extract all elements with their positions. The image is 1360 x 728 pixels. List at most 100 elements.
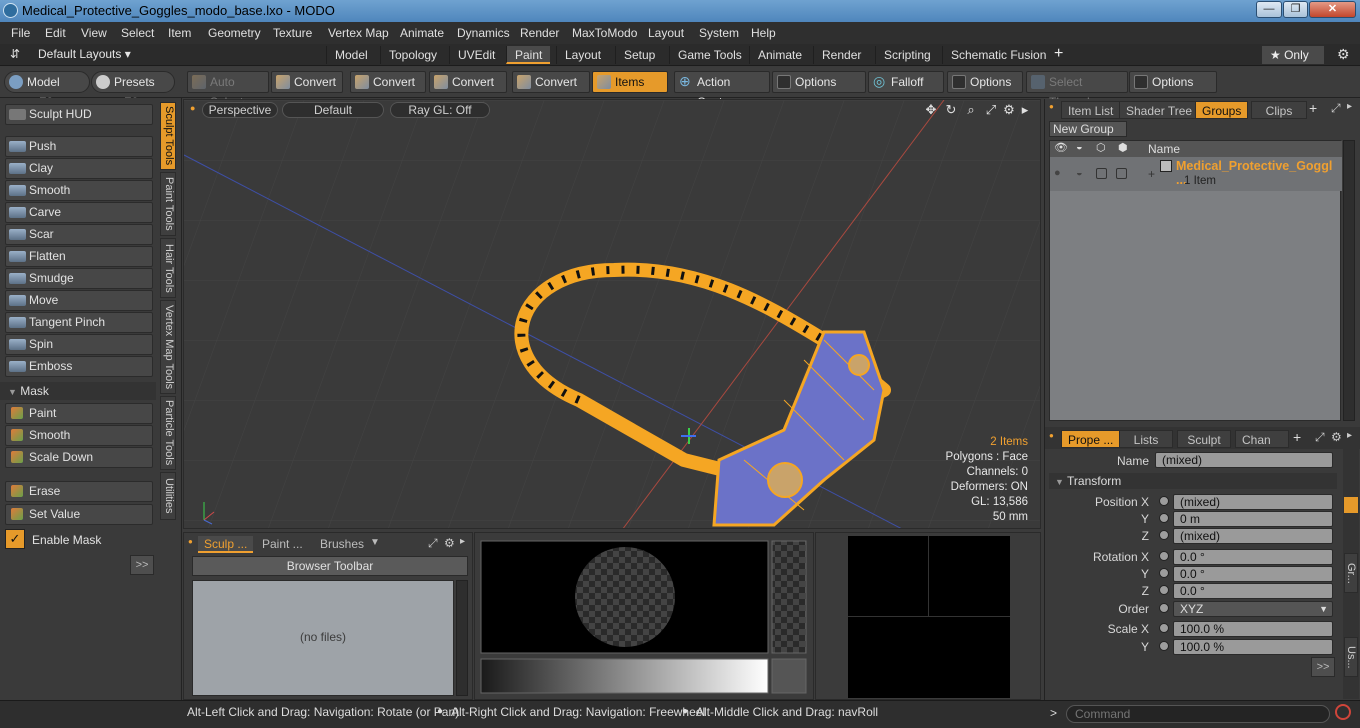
tab-dropdown-icon[interactable]: ▼ bbox=[370, 537, 380, 548]
scale-x-anim-icon[interactable] bbox=[1159, 623, 1169, 633]
rotation-z-field[interactable]: 0.0 ° bbox=[1173, 583, 1333, 599]
side-tab-groups[interactable]: Gr... bbox=[1344, 553, 1358, 593]
menu-maxtomodo[interactable]: MaxToModo bbox=[572, 26, 637, 40]
mask-tool-smooth[interactable]: Smooth bbox=[5, 425, 153, 446]
lock-checkbox[interactable] bbox=[1096, 168, 1107, 179]
position-z-field[interactable]: (mixed) bbox=[1173, 528, 1333, 544]
menu-geometry[interactable]: Geometry bbox=[208, 26, 261, 40]
tab-channels[interactable]: Chan ... bbox=[1235, 430, 1289, 465]
group-row[interactable]: ● ◒ + Medical_Protective_Goggl ... 1 Ite… bbox=[1050, 157, 1342, 191]
raygl-toggle[interactable]: Ray GL: Off bbox=[390, 102, 490, 118]
menu-system[interactable]: System bbox=[699, 26, 739, 40]
position-y-field[interactable]: 0 m bbox=[1173, 511, 1333, 527]
layout-gear-icon[interactable]: ⚙ bbox=[1337, 46, 1350, 63]
menu-texture[interactable]: Texture bbox=[273, 26, 312, 40]
sculpt-hud-button[interactable]: Sculpt HUD bbox=[5, 104, 153, 125]
tab-scripting[interactable]: Scripting bbox=[875, 46, 939, 64]
add-tab-icon[interactable]: + bbox=[1309, 100, 1317, 116]
groups-scrollbar[interactable] bbox=[1343, 140, 1355, 421]
browser-scrollbar[interactable] bbox=[456, 580, 468, 696]
tab-groups[interactable]: Groups bbox=[1195, 101, 1249, 119]
convert-materials-button[interactable]: Convert bbox=[512, 71, 590, 93]
menu-help[interactable]: Help bbox=[751, 26, 776, 40]
menu-view[interactable]: View bbox=[81, 26, 107, 40]
tool-tangent-pinch[interactable]: Tangent Pinch bbox=[5, 312, 153, 333]
erase-button[interactable]: Erase bbox=[5, 481, 153, 502]
tab-sculpt-tools[interactable]: Sculpt Tools bbox=[160, 102, 176, 170]
viewport-dot-icon[interactable]: ● bbox=[190, 103, 195, 113]
side-tab-user[interactable]: Us... bbox=[1344, 637, 1358, 677]
record-icon[interactable] bbox=[1335, 704, 1351, 720]
order-dropdown[interactable]: XYZ ▼ bbox=[1173, 601, 1333, 617]
default-layouts-dropdown[interactable]: Default Layouts ▾ bbox=[38, 47, 131, 61]
tab-paint-presets[interactable]: Paint ... bbox=[256, 536, 309, 553]
browser-toolbar-button[interactable]: Browser Toolbar bbox=[192, 556, 468, 576]
auto-select-button[interactable]: Auto Select bbox=[187, 71, 269, 109]
menu-animate[interactable]: Animate bbox=[400, 26, 444, 40]
expand-icon[interactable]: + bbox=[1148, 167, 1155, 181]
tool-push[interactable]: Push bbox=[5, 136, 153, 157]
tool-carve[interactable]: Carve bbox=[5, 202, 153, 223]
scale-y-anim-icon[interactable] bbox=[1159, 641, 1169, 651]
tab-shader-tree[interactable]: Shader Tree bbox=[1119, 101, 1200, 119]
only-toggle[interactable]: ★ Only bbox=[1262, 46, 1324, 64]
tab-animate[interactable]: Animate bbox=[749, 46, 810, 64]
render-icon[interactable]: ◒ bbox=[1076, 167, 1083, 179]
eye-icon[interactable]: ● bbox=[1054, 167, 1061, 179]
falloff-button[interactable]: ◎ Falloff bbox=[868, 71, 944, 93]
menu-file[interactable]: File bbox=[11, 26, 30, 40]
tab-game-tools[interactable]: Game Tools bbox=[669, 46, 750, 64]
side-handle[interactable] bbox=[1344, 497, 1358, 513]
tab-utilities[interactable]: Utilities bbox=[160, 472, 176, 520]
tab-topology[interactable]: Topology bbox=[380, 46, 445, 64]
name-field[interactable]: (mixed) bbox=[1155, 452, 1333, 468]
action-center-button[interactable]: ⊕ Action Center bbox=[674, 71, 770, 109]
options-button-2[interactable]: Options bbox=[947, 71, 1023, 93]
tool-flatten[interactable]: Flatten bbox=[5, 246, 153, 267]
tab-render[interactable]: Render bbox=[813, 46, 869, 64]
menu-item[interactable]: Item bbox=[168, 26, 191, 40]
tab-sculpt-presets[interactable]: Sculp ... bbox=[198, 536, 254, 553]
tool-smooth[interactable]: Smooth bbox=[5, 180, 153, 201]
menu-select[interactable]: Select bbox=[121, 26, 154, 40]
layout-switch-icon[interactable]: ⇵ bbox=[10, 47, 20, 61]
panel-more-icon[interactable]: ▸ bbox=[460, 536, 465, 547]
mask-section-header[interactable]: ▼ Mask bbox=[0, 382, 156, 400]
tool-clay[interactable]: Clay bbox=[5, 158, 153, 179]
move-view-icon[interactable]: ✥ bbox=[924, 103, 938, 117]
position-z-anim-icon[interactable] bbox=[1159, 530, 1169, 540]
scale-y-field[interactable]: 100.0 % bbox=[1173, 639, 1333, 655]
groups-list[interactable]: 👁 ◒ ⬡ ⬢ Name ● ◒ + Medical_Protective_Go… bbox=[1049, 140, 1342, 421]
tool-emboss[interactable]: Emboss bbox=[5, 356, 153, 377]
rotation-y-anim-icon[interactable] bbox=[1159, 568, 1169, 578]
expand-panel-button[interactable]: >> bbox=[130, 555, 154, 575]
model-mode-button[interactable]: Model F2 bbox=[4, 71, 90, 109]
select-checkbox[interactable] bbox=[1116, 168, 1127, 179]
menu-edit[interactable]: Edit bbox=[45, 26, 66, 40]
maximize-button[interactable]: ❐ bbox=[1283, 1, 1308, 18]
view-type-dropdown[interactable]: Perspective bbox=[202, 102, 278, 118]
tab-particle-tools[interactable]: Particle Tools bbox=[160, 396, 176, 470]
zoom-view-icon[interactable]: ⌕ bbox=[964, 103, 978, 117]
render-col-icon[interactable]: ◒ bbox=[1076, 141, 1083, 153]
options-button-1[interactable]: Options bbox=[772, 71, 866, 93]
panel-gear-icon[interactable]: ⚙ bbox=[1331, 430, 1342, 444]
panel-maximize-icon[interactable]: ⤢ bbox=[1315, 430, 1325, 445]
options-button-3[interactable]: Options bbox=[1129, 71, 1217, 93]
viewport-gear-icon[interactable]: ⚙ bbox=[1002, 103, 1016, 117]
maximize-view-icon[interactable]: ⤢ bbox=[984, 103, 998, 117]
rotation-z-anim-icon[interactable] bbox=[1159, 585, 1169, 595]
panel-gear-icon[interactable]: ⚙ bbox=[444, 536, 455, 550]
tab-model[interactable]: Model bbox=[326, 46, 376, 64]
transform-section-header[interactable]: ▼ Transform bbox=[1049, 473, 1337, 489]
3d-viewport[interactable]: ● Perspective Default Ray GL: Off ✥ ↻ ⌕ … bbox=[183, 99, 1041, 529]
tab-schematic-fusion[interactable]: Schematic Fusion bbox=[942, 46, 1054, 64]
rotation-y-field[interactable]: 0.0 ° bbox=[1173, 566, 1333, 582]
mask-tool-paint[interactable]: Paint bbox=[5, 403, 153, 424]
tab-clips[interactable]: Clips bbox=[1251, 101, 1307, 119]
rotate-view-icon[interactable]: ↻ bbox=[944, 103, 958, 117]
close-button[interactable]: ✕ bbox=[1309, 1, 1356, 18]
tool-move[interactable]: Move bbox=[5, 290, 153, 311]
position-y-anim-icon[interactable] bbox=[1159, 513, 1169, 523]
enable-mask-checkbox[interactable]: ✓ bbox=[5, 529, 25, 549]
